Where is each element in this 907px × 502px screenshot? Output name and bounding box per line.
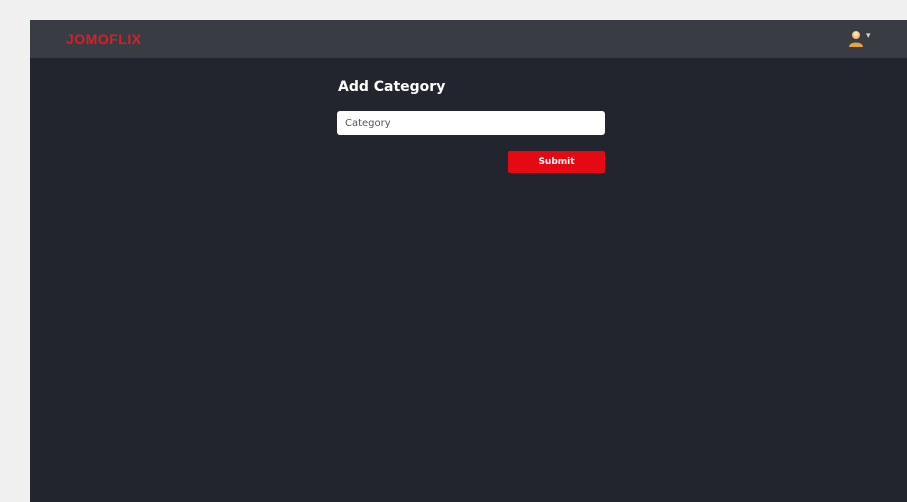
brand-logo[interactable]: JOMOFLIX [66,31,142,47]
top-navbar: JOMOFLIX ▾ [30,20,907,58]
user-avatar-icon[interactable] [848,29,864,47]
category-input[interactable] [337,111,605,135]
app-window: JOMOFLIX ▾ Add Category Submit [30,20,907,502]
submit-button[interactable]: Submit [508,151,605,173]
page-title: Add Category [338,79,446,95]
avatar-dropdown-caret-icon[interactable]: ▾ [866,30,871,42]
